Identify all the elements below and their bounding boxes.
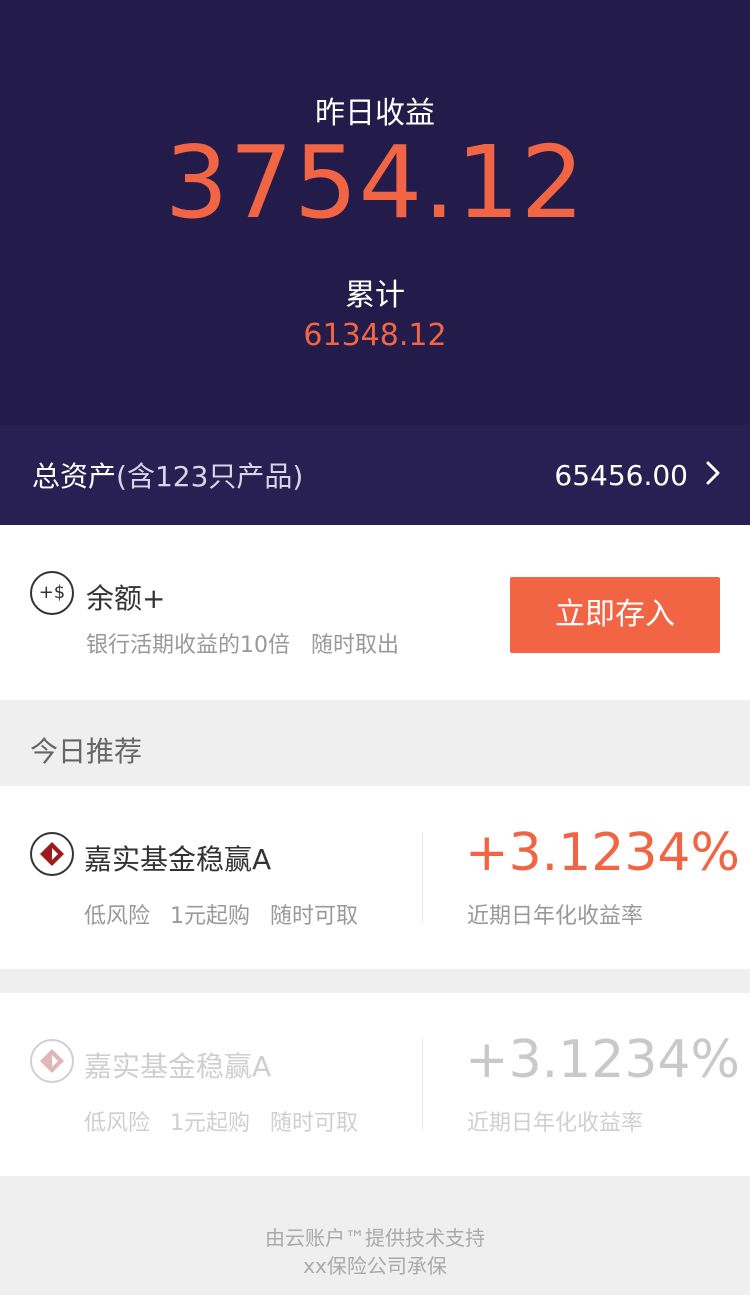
chevron-right-icon <box>706 461 720 485</box>
deposit-now-button[interactable]: 立即存入 <box>510 577 720 653</box>
fund-tag-withdraw: 随时可取 <box>270 904 359 929</box>
fund-card-disabled: 嘉实基金稳赢A 低风险 1元起购 随时可取 +3.1234% 近期日年化收益率 <box>0 993 750 1176</box>
earnings-header: 昨日收益 3754.12 累计 61348.12 <box>0 0 750 425</box>
total-assets-product-count: (含123只产品) <box>116 460 304 493</box>
divider <box>422 832 423 922</box>
balance-plus-description: 银行活期收益的10倍 随时取出 <box>86 633 399 658</box>
fund-rate-label: 近期日年化收益率 <box>467 1111 644 1136</box>
fund-logo-icon <box>30 1039 74 1083</box>
fund-tags: 低风险 1元起购 随时可取 <box>84 1105 378 1137</box>
fund-tag-min-purchase: 1元起购 <box>170 904 251 929</box>
total-assets-value: 65456.00 <box>554 458 688 492</box>
underwriter-text: xx保险公司承保 <box>303 1254 447 1278</box>
cumulative-earnings-label: 累计 <box>345 278 405 313</box>
balance-plus-card: +$ 余额+ 银行活期收益的10倍 随时取出 立即存入 <box>0 525 750 700</box>
fund-name: 嘉实基金稳赢A <box>84 843 272 876</box>
fund-rate: +3.1234% <box>465 823 740 883</box>
fund-tag-risk: 低风险 <box>84 1111 151 1136</box>
divider <box>422 1039 423 1129</box>
total-assets-label: 总资产(含123只产品) <box>32 455 303 495</box>
fund-name: 嘉实基金稳赢A <box>84 1050 272 1083</box>
footer: 由云账户™提供技术支持 xx保险公司承保 <box>0 1176 750 1295</box>
tech-support-text: 由云账户™提供技术支持 <box>265 1226 485 1250</box>
recommend-section-title: 今日推荐 <box>30 735 143 768</box>
balance-plus-title: 余额+ <box>86 582 166 615</box>
fund-tag-min-purchase: 1元起购 <box>170 1111 251 1136</box>
fund-rate: +3.1234% <box>465 1030 740 1090</box>
recommend-section-header: 今日推荐 <box>0 700 750 786</box>
cumulative-earnings-value: 61348.12 <box>303 318 447 353</box>
total-assets-row[interactable]: 总资产(含123只产品) 65456.00 <box>0 425 750 525</box>
fund-tag-risk: 低风险 <box>84 904 151 929</box>
fund-tag-withdraw: 随时可取 <box>270 1111 359 1136</box>
fund-rate-label: 近期日年化收益率 <box>467 904 644 929</box>
fund-card[interactable]: 嘉实基金稳赢A 低风险 1元起购 随时可取 +3.1234% 近期日年化收益率 <box>0 786 750 969</box>
fund-tags: 低风险 1元起购 随时可取 <box>84 898 378 930</box>
yesterday-earnings-value: 3754.12 <box>164 124 586 241</box>
dollar-plus-icon: +$ <box>30 571 74 615</box>
fund-logo-icon <box>30 832 74 876</box>
total-assets-title: 总资产 <box>32 460 117 493</box>
